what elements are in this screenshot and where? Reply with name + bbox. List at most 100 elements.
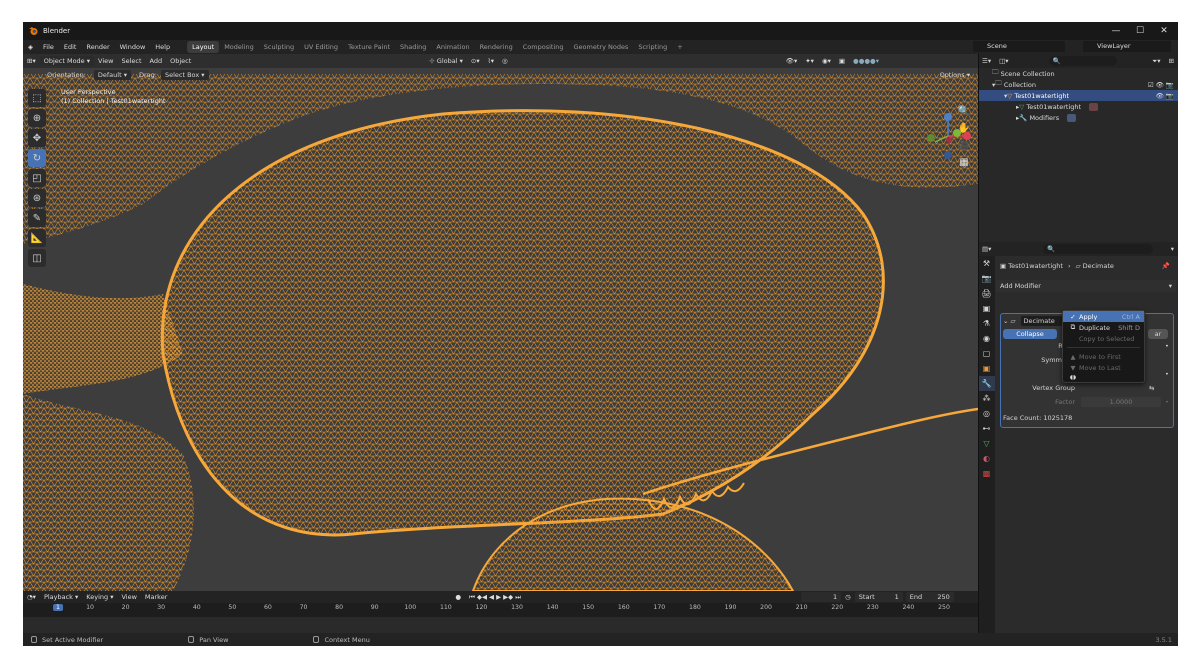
menu-playback[interactable]: Playback ▾ bbox=[40, 593, 82, 601]
cursor-tool-icon[interactable]: ⊕ bbox=[28, 109, 46, 127]
mode-selector[interactable]: Object Mode ▾ bbox=[39, 56, 95, 66]
end-frame-field[interactable]: End 250 bbox=[905, 592, 954, 602]
tab-scripting[interactable]: Scripting bbox=[633, 41, 672, 53]
playback-controls[interactable]: ⏮ ◆◀ ◀ ▶ ▶◆ ⏭ bbox=[465, 593, 525, 602]
outliner-row-mesh-data[interactable]: ▸ ▽ Test01watertight bbox=[978, 101, 1178, 112]
outliner-editor-icon[interactable]: ☰▾ bbox=[978, 57, 995, 65]
collection-tab-icon[interactable]: ▢ bbox=[978, 346, 995, 361]
rotate-tool-icon[interactable]: ↻ bbox=[28, 149, 46, 167]
pivot-icon[interactable]: ⊙▾ bbox=[467, 57, 484, 65]
zoom-icon[interactable]: 🔍 bbox=[954, 106, 974, 122]
frame-ruler[interactable]: 1 10 20 30 40 50 60 70 80 90 100 110 120 130 140 150 160… bbox=[23, 603, 978, 617]
tab-animation[interactable]: Animation bbox=[431, 41, 474, 53]
editor-divider[interactable] bbox=[978, 54, 979, 633]
snap-icon[interactable]: ⌇▾ bbox=[484, 57, 498, 65]
select-box-tool-icon[interactable]: ⬚ bbox=[28, 89, 46, 107]
collection-visibility-icons[interactable]: ☑ 👁 📷 bbox=[1148, 81, 1174, 89]
annotate-tool-icon[interactable]: ✎ bbox=[28, 209, 46, 227]
move-to-last-menu-item[interactable]: ▼ Move to Last bbox=[1063, 362, 1144, 373]
filter-icon[interactable]: ⏷▾ bbox=[1148, 57, 1164, 66]
copy-to-selected-menu-item[interactable]: Copy to Selected bbox=[1063, 333, 1144, 344]
object-visibility-icons[interactable]: 👁 📷 bbox=[1156, 92, 1174, 100]
render-tab-icon[interactable]: 📷 bbox=[978, 271, 995, 286]
invert-vertex-group-icon[interactable]: ⇆ bbox=[1149, 384, 1154, 392]
material-tab-icon[interactable]: ◐ bbox=[978, 451, 995, 466]
tab-rendering[interactable]: Rendering bbox=[475, 41, 518, 53]
scene-selector[interactable]: Scene bbox=[973, 41, 1065, 52]
texture-tab-icon[interactable]: ▩ bbox=[978, 466, 995, 481]
overlay-toggle-icon[interactable]: ◉▾ bbox=[818, 57, 835, 65]
tab-shading[interactable]: Shading bbox=[395, 41, 431, 53]
pin-icon[interactable]: 📌 bbox=[1162, 262, 1170, 270]
menu-window[interactable]: Window bbox=[115, 43, 151, 51]
options-menu[interactable]: Options ▾ bbox=[932, 71, 978, 79]
view-layer-tab-icon[interactable]: ▣ bbox=[978, 301, 995, 316]
data-tab-icon[interactable]: ▽ bbox=[978, 436, 995, 451]
ratio-dot-icon[interactable]: • bbox=[1165, 342, 1169, 350]
camera-view-icon[interactable]: 🎥 bbox=[954, 140, 974, 156]
particles-tab-icon[interactable]: ⁂ bbox=[978, 391, 995, 406]
menu-add[interactable]: Add bbox=[146, 57, 167, 65]
editor-type-icon[interactable]: ⊞▾ bbox=[23, 57, 40, 65]
visibility-icon[interactable]: 👁▾ bbox=[782, 57, 802, 65]
blender-menu-icon[interactable]: ◈ bbox=[23, 43, 38, 51]
pan-icon[interactable]: ✋ bbox=[954, 123, 974, 139]
3d-viewport[interactable]: ⊞▾ Object Mode ▾ View Select Add Object … bbox=[23, 54, 978, 591]
menu-marker[interactable]: Marker bbox=[141, 593, 171, 601]
outliner-search-input[interactable]: 🔍 bbox=[1048, 56, 1117, 66]
physics-tab-icon[interactable]: ◎ bbox=[978, 406, 995, 421]
measure-tool-icon[interactable]: 📐 bbox=[28, 229, 46, 247]
tab-texture-paint[interactable]: Texture Paint bbox=[343, 41, 395, 53]
tab-geometry-nodes[interactable]: Geometry Nodes bbox=[569, 41, 634, 53]
duplicate-menu-item[interactable]: ⧉ Duplicate Shift D bbox=[1063, 322, 1144, 333]
tab-modeling[interactable]: Modeling bbox=[219, 41, 259, 53]
output-tab-icon[interactable]: 🖨 bbox=[978, 286, 995, 301]
menu-keying[interactable]: Keying ▾ bbox=[82, 593, 117, 601]
add-workspace-icon[interactable]: + bbox=[672, 41, 687, 53]
shading-modes[interactable]: ●●●●▾ bbox=[849, 57, 883, 65]
current-frame-field[interactable]: 1 bbox=[801, 592, 842, 602]
constraints-tab-icon[interactable]: ⊷ bbox=[978, 421, 995, 436]
tool-tab-icon[interactable]: ⚒ bbox=[978, 256, 995, 271]
properties-options-icon[interactable]: ▾ bbox=[1167, 245, 1178, 253]
factor-field[interactable]: 1.0000 bbox=[1081, 397, 1161, 407]
menu-help[interactable]: Help bbox=[150, 43, 175, 51]
proportional-icon[interactable]: ◎ bbox=[498, 57, 512, 65]
scene-tab-icon[interactable]: ⚗ bbox=[978, 316, 995, 331]
add-modifier-dropdown[interactable]: Add Modifier ▾ bbox=[996, 280, 1176, 292]
outliner-row-collection[interactable]: ▾ 🗀 Collection ☑ 👁 📷 bbox=[978, 79, 1178, 90]
properties-editor-icon[interactable]: ▤▾ bbox=[978, 245, 995, 253]
tab-sculpting[interactable]: Sculpting bbox=[259, 41, 299, 53]
symmetry-dot-icon[interactable]: • bbox=[1165, 370, 1169, 378]
start-frame-field[interactable]: Start 1 bbox=[854, 592, 903, 602]
display-mode-icon[interactable]: ◫▾ bbox=[995, 57, 1012, 65]
orientation-dropdown[interactable]: Default ▾ bbox=[93, 70, 131, 80]
scale-tool-icon[interactable]: ◰ bbox=[28, 169, 46, 187]
gizmo-toggle-icon[interactable]: ✦▾ bbox=[801, 57, 818, 65]
apply-menu-item[interactable]: ✓ Apply Ctrl A bbox=[1063, 311, 1144, 322]
menu-render[interactable]: Render bbox=[81, 43, 114, 51]
outliner-row-modifiers[interactable]: ▸ 🔧 Modifiers bbox=[978, 112, 1178, 123]
new-collection-icon[interactable]: ⊞ bbox=[1165, 57, 1178, 65]
clock-icon[interactable]: ◷ bbox=[841, 593, 855, 601]
world-tab-icon[interactable]: ◉ bbox=[978, 331, 995, 346]
collapse-button[interactable]: Collapse bbox=[1003, 329, 1057, 339]
outliner-row-scene-collection[interactable]: 🗀 Scene Collection bbox=[978, 68, 1178, 79]
menu-edit[interactable]: Edit bbox=[59, 43, 82, 51]
add-cube-tool-icon[interactable]: ◫ bbox=[28, 249, 46, 267]
transform-tool-icon[interactable]: ⊛ bbox=[28, 189, 46, 207]
tab-uv-editing[interactable]: UV Editing bbox=[299, 41, 343, 53]
panel-collapse-icon[interactable]: ⌄ bbox=[1003, 317, 1008, 325]
record-icon[interactable]: ● bbox=[451, 593, 465, 601]
minimize-icon[interactable]: — bbox=[1104, 22, 1128, 40]
xray-icon[interactable]: ▣ bbox=[835, 57, 849, 65]
menu-view[interactable]: View bbox=[94, 57, 117, 65]
object-tab-icon[interactable]: ▣ bbox=[978, 361, 995, 376]
menu-timeline-view[interactable]: View bbox=[117, 593, 140, 601]
menu-select[interactable]: Select bbox=[117, 57, 145, 65]
planar-button-partial[interactable]: ar bbox=[1148, 329, 1168, 339]
view-layer-selector[interactable]: ViewLayer bbox=[1083, 41, 1171, 52]
menu-object[interactable]: Object bbox=[166, 57, 195, 65]
outliner-row-object[interactable]: ▾ ▽ Test01watertight 👁 📷 bbox=[978, 90, 1178, 101]
properties-search-input[interactable]: 🔍 bbox=[1043, 244, 1154, 254]
